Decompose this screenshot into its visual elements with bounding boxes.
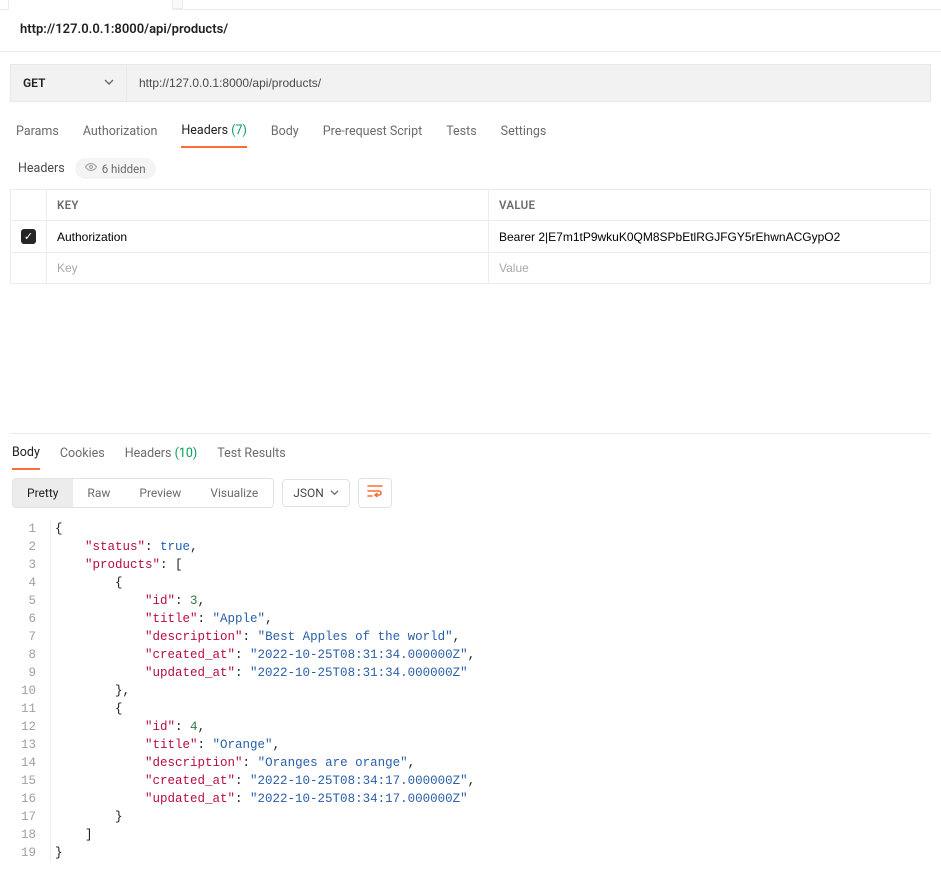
request-title: http://127.0.0.1:8000/api/products/ — [0, 10, 941, 52]
spacer — [10, 284, 931, 434]
tab-headers-label: Headers — [181, 123, 228, 138]
chevron-down-icon — [104, 76, 114, 90]
tab-active-request[interactable] — [8, 0, 173, 10]
header-key-input[interactable] — [57, 230, 478, 244]
checkbox-checked[interactable]: ✓ — [21, 229, 36, 244]
request-bar: GET — [10, 64, 931, 102]
resp-tab-body[interactable]: Body — [12, 437, 40, 470]
header-value-input-empty[interactable] — [499, 261, 920, 275]
wrap-icon — [367, 484, 383, 502]
resp-tab-headers[interactable]: Headers (10) — [125, 438, 198, 469]
header-col-value: VALUE — [489, 190, 931, 221]
view-visualize[interactable]: Visualize — [196, 479, 273, 507]
resp-tab-cookies[interactable]: Cookies — [60, 438, 105, 469]
chevron-down-icon — [330, 486, 339, 500]
tab-headers[interactable]: Headers (7) — [181, 115, 246, 148]
table-row-empty — [11, 253, 931, 284]
view-mode-group: Pretty Raw Preview Visualize — [12, 478, 274, 508]
view-preview[interactable]: Preview — [125, 479, 196, 507]
tab-body[interactable]: Body — [271, 116, 299, 147]
view-row: Pretty Raw Preview Visualize JSON — [0, 472, 941, 516]
response-tabs: Body Cookies Headers (10) Test Results — [0, 434, 941, 472]
hidden-headers-pill[interactable]: 6 hidden — [75, 158, 156, 179]
resp-tab-testresults[interactable]: Test Results — [217, 438, 285, 469]
resp-tab-headers-label: Headers — [125, 446, 172, 461]
headers-subhead: Headers 6 hidden — [0, 150, 941, 189]
format-select[interactable]: JSON — [282, 479, 350, 507]
tab-headers-count: (7) — [231, 123, 247, 138]
tab-new[interactable] — [173, 0, 183, 9]
view-pretty[interactable]: Pretty — [13, 479, 73, 507]
response-body[interactable]: 1{ 2 "status": true, 3 "products": [ 4 {… — [0, 516, 941, 872]
headers-subhead-label: Headers — [18, 161, 65, 176]
url-input[interactable] — [126, 64, 931, 102]
tab-authorization[interactable]: Authorization — [83, 116, 158, 147]
header-key-input-empty[interactable] — [57, 261, 478, 275]
method-select[interactable]: GET — [10, 64, 126, 102]
wrap-lines-button[interactable] — [358, 478, 392, 508]
hidden-headers-text: 6 hidden — [102, 162, 146, 176]
header-value-input[interactable] — [499, 230, 920, 244]
tab-prerequest[interactable]: Pre-request Script — [323, 116, 422, 147]
eye-icon — [85, 161, 97, 176]
tab-tests[interactable]: Tests — [446, 116, 476, 147]
method-value: GET — [23, 76, 45, 90]
header-col-check — [11, 190, 47, 221]
header-col-key: KEY — [47, 190, 489, 221]
view-raw[interactable]: Raw — [73, 479, 125, 507]
tab-strip — [0, 0, 941, 10]
format-value: JSON — [293, 486, 324, 500]
resp-tab-headers-count: (10) — [175, 446, 198, 461]
table-row: ✓ — [11, 221, 931, 253]
headers-table: KEY VALUE ✓ — [10, 189, 931, 284]
tab-settings[interactable]: Settings — [501, 116, 547, 147]
tab-params[interactable]: Params — [16, 116, 59, 147]
request-tabs: Params Authorization Headers (7) Body Pr… — [0, 114, 941, 150]
